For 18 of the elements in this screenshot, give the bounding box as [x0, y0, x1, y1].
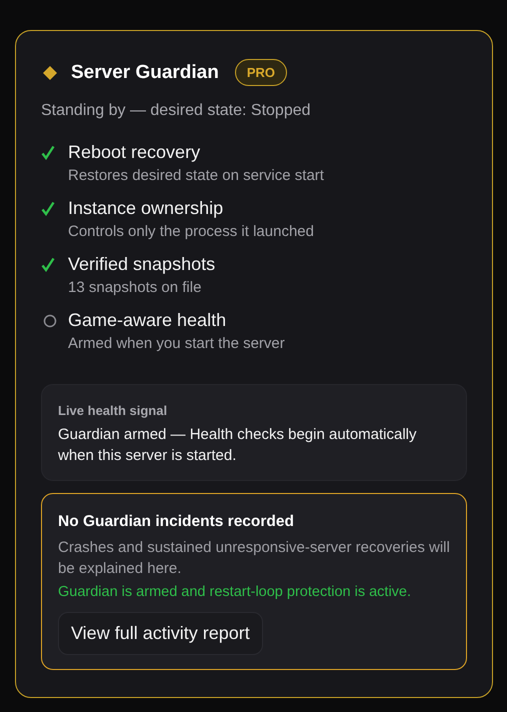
panel-label: Live health signal: [58, 403, 168, 418]
feature-title: Instance ownership: [68, 198, 224, 219]
feature-detail: Armed when you start the server: [68, 335, 286, 352]
protection-status: Guardian is armed and restart-loop protection is active.: [58, 584, 412, 600]
card-title: Server Guardian: [71, 62, 219, 84]
feature-title: Verified snapshots: [68, 254, 216, 275]
feature-detail: Controls only the process it launched: [68, 223, 315, 240]
feature-detail: 13 snapshots on file: [68, 279, 202, 296]
diamond-icon: [43, 66, 57, 80]
pro-badge: PRO: [234, 59, 288, 86]
feature-title: Reboot recovery: [68, 142, 202, 163]
status-text: Standing by — desired state: Stopped: [41, 102, 312, 120]
feature-detail: Restores desired state on service start: [68, 167, 325, 184]
health-message: Guardian armed — Health checks begin automatically when this server is started.: [58, 425, 418, 466]
panel-title: No Guardian incidents recorded: [58, 513, 294, 531]
feature-title: Game-aware health: [68, 310, 228, 331]
incidents-description: Crashes and sustained unresponsive-server recoveries will be explained here.: [58, 538, 450, 579]
activity-report-button[interactable]: View full activity report: [58, 612, 263, 655]
